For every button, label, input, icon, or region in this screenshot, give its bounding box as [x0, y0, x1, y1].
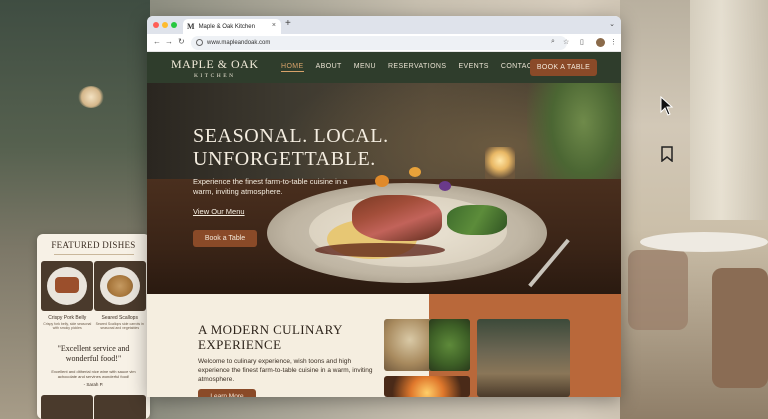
- tab-list-chevron-icon[interactable]: ⌄: [609, 20, 615, 28]
- browser-toolbar: ← → ↻ www.mapleandoak.com ⌕ ☆ ▯ ⋮: [147, 34, 621, 52]
- testimonial-body: Excellent and ditherial nice wine with s…: [51, 369, 136, 379]
- dish-thumbnails: [37, 395, 150, 419]
- url-text: www.mapleandoak.com: [207, 40, 271, 46]
- favicon-icon: M: [187, 22, 195, 31]
- bookmark-star-icon[interactable]: ☆: [563, 38, 569, 46]
- menu-icon[interactable]: ⋮: [610, 38, 617, 46]
- hero-candle: [485, 147, 515, 181]
- logo-main: MAPLE & OAK: [171, 57, 259, 71]
- menu-item-menu[interactable]: MENU: [354, 63, 376, 72]
- testimonial-quote: "Excellent service and wonderful food!": [37, 344, 150, 364]
- menu-item-about[interactable]: ABOUT: [316, 63, 342, 72]
- featured-dishes-title: FEATURED DISHES: [51, 240, 136, 250]
- dish-image: [93, 261, 146, 311]
- mouse-cursor-icon: [660, 96, 674, 116]
- browser-tab[interactable]: M Maple & Oak Kitchen ×: [183, 19, 281, 34]
- background-table: [640, 232, 768, 252]
- main-menu: HOME ABOUT MENU RESERVATIONS EVENTS CONT…: [281, 63, 549, 72]
- testimonial-author: - Sarah P.: [83, 382, 104, 387]
- hero-heading: SEASONAL. LOCAL. UNFORGETTABLE.: [193, 125, 393, 171]
- dish-list: Crispy Pork Belly Crispy fork belly, sid…: [37, 261, 150, 330]
- tab-title: Maple & Oak Kitchen: [198, 23, 255, 30]
- book-table-nav-button[interactable]: BOOK A TABLE: [530, 59, 597, 76]
- herbs-image: [429, 319, 470, 371]
- background-chair: [628, 250, 688, 330]
- browser-window: M Maple & Oak Kitchen × + ⌄ ← → ↻ www.ma…: [147, 16, 621, 397]
- about-heading-line: A MODERN CULINARY: [198, 322, 343, 337]
- sidebar-icon[interactable]: ▯: [580, 38, 584, 46]
- dish-description: Seared Scallops side carrots in seasonal…: [95, 322, 144, 330]
- site-header: MAPLE & OAK KITCHEN HOME ABOUT MENU RESE…: [147, 52, 621, 83]
- dish-name: Seared Scallops: [101, 315, 138, 321]
- book-table-button[interactable]: Book a Table: [193, 230, 257, 247]
- menu-item-reservations[interactable]: RESERVATIONS: [388, 63, 446, 72]
- hero-text: SEASONAL. LOCAL. UNFORGETTABLE. Experien…: [193, 125, 393, 247]
- hero-subtitle: Experience the finest farm-to-table cuis…: [193, 177, 348, 196]
- reload-button[interactable]: ↻: [178, 37, 185, 46]
- dish-description: Crispy fork belly, side seasonal with sm…: [43, 322, 92, 330]
- tab-close-icon[interactable]: ×: [272, 22, 276, 29]
- featured-dishes-card: FEATURED DISHES Crispy Pork Belly Crispy…: [37, 234, 150, 419]
- quote-line: "Excellent service and: [57, 344, 130, 353]
- dining-room-image: [477, 319, 570, 397]
- menu-item-home[interactable]: HOME: [281, 63, 304, 72]
- dish-name: Crispy Pork Belly: [48, 315, 87, 321]
- close-window-button[interactable]: [153, 22, 159, 28]
- dish-card[interactable]: Seared Scallops Seared Scallops side car…: [93, 261, 146, 330]
- quote-line: wonderful food!": [65, 354, 122, 363]
- logo-sub: KITCHEN: [193, 73, 236, 79]
- background-window: [690, 0, 768, 220]
- dish-thumbnail[interactable]: [93, 395, 146, 419]
- divider: [53, 254, 134, 255]
- zoom-icon[interactable]: ⌕: [551, 38, 555, 46]
- dish-card[interactable]: Crispy Pork Belly Crispy fork belly, sid…: [41, 261, 94, 330]
- site-info-icon[interactable]: [196, 39, 203, 46]
- dish-thumbnail[interactable]: [41, 395, 94, 419]
- about-section: A MODERN CULINARY EXPERIENCE Welcome to …: [147, 294, 621, 397]
- fire-image: [384, 376, 470, 397]
- profile-avatar[interactable]: [596, 38, 605, 47]
- background-chair-right: [712, 268, 768, 388]
- background-lamp: [78, 86, 104, 108]
- dish-image: [41, 261, 94, 311]
- address-bar[interactable]: www.mapleandoak.com: [191, 36, 567, 50]
- forward-button[interactable]: →: [165, 37, 173, 46]
- hero-heading-line: UNFORGETTABLE.: [193, 148, 376, 170]
- site-logo[interactable]: MAPLE & OAK KITCHEN: [171, 57, 259, 79]
- learn-more-button[interactable]: Learn More: [198, 389, 256, 397]
- maximize-window-button[interactable]: [171, 22, 177, 28]
- hero-section: SEASONAL. LOCAL. UNFORGETTABLE. Experien…: [147, 83, 621, 294]
- website: MAPLE & OAK KITCHEN HOME ABOUT MENU RESE…: [147, 52, 621, 397]
- menu-item-events[interactable]: EVENTS: [458, 63, 488, 72]
- hero-heading-line: SEASONAL. LOCAL.: [193, 125, 389, 147]
- about-heading-line: EXPERIENCE: [198, 337, 282, 352]
- about-body: Welcome to culinary experience, wish too…: [198, 358, 373, 383]
- tab-bar: M Maple & Oak Kitchen × + ⌄: [147, 16, 621, 34]
- view-menu-link[interactable]: View Our Menu: [193, 207, 245, 216]
- about-heading: A MODERN CULINARY EXPERIENCE: [198, 322, 368, 352]
- bookmark-icon[interactable]: [660, 146, 674, 162]
- back-button[interactable]: ←: [153, 37, 161, 46]
- minimize-window-button[interactable]: [162, 22, 168, 28]
- new-tab-button[interactable]: +: [285, 18, 291, 29]
